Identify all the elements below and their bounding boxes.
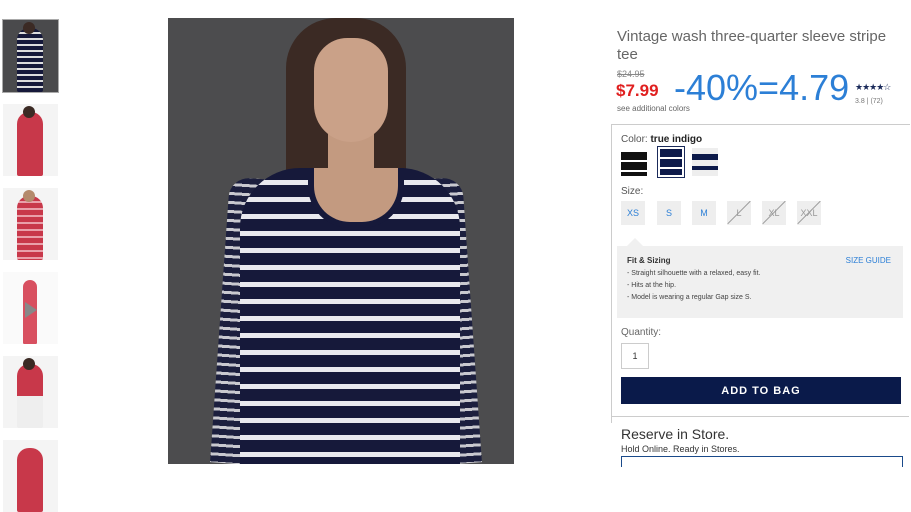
quantity-label: Quantity:: [621, 327, 662, 338]
reserve-in-store-title: Reserve in Store.: [621, 426, 730, 442]
reserve-in-store-input[interactable]: [621, 456, 903, 467]
thumbnail-5[interactable]: [3, 356, 58, 428]
add-to-bag-button[interactable]: ADD TO BAG: [621, 377, 901, 404]
thumbnail-1[interactable]: [2, 19, 59, 93]
fit-line: - Hits at the hip.: [627, 282, 677, 289]
fit-line: - Model is wearing a regular Gap size S.: [627, 294, 752, 301]
divider: [611, 416, 909, 417]
reserve-in-store-subtitle: Hold Online. Ready in Stores.: [621, 444, 740, 454]
play-icon[interactable]: [25, 302, 37, 318]
rating-stars-icon[interactable]: ★★★★☆: [855, 82, 891, 93]
size-xl-button[interactable]: XL: [762, 201, 786, 225]
color-swatch-white-stripe[interactable]: [692, 148, 718, 176]
thumbnail-6[interactable]: [3, 440, 58, 512]
color-label: Color: true indigo: [621, 134, 703, 145]
rating-count[interactable]: 3.8 | (72): [855, 98, 883, 105]
color-swatch-black-stripe[interactable]: [621, 148, 647, 176]
fit-sizing-box: Fit & Sizing SIZE GUIDE - Straight silho…: [617, 238, 903, 318]
see-additional-colors-link[interactable]: see additional colors: [617, 104, 690, 113]
selected-color-name: true indigo: [650, 134, 703, 145]
quantity-input[interactable]: 1: [621, 343, 649, 369]
thumbnail-video[interactable]: [3, 272, 58, 344]
size-l-button[interactable]: L: [727, 201, 751, 225]
fit-sizing-title: Fit & Sizing: [627, 256, 671, 265]
fit-line: - Straight silhouette with a relaxed, ea…: [627, 270, 761, 277]
thumbnail-2[interactable]: [3, 104, 58, 176]
size-s-button[interactable]: S: [657, 201, 681, 225]
color-swatch-true-indigo[interactable]: [657, 146, 685, 178]
size-m-button[interactable]: M: [692, 201, 716, 225]
size-xxl-button[interactable]: XXL: [797, 201, 821, 225]
size-label: Size:: [621, 186, 644, 197]
product-image[interactable]: [168, 18, 514, 464]
size-guide-link[interactable]: SIZE GUIDE: [846, 256, 891, 265]
size-xs-button[interactable]: XS: [621, 201, 645, 225]
sale-price: $7.99: [616, 81, 659, 100]
original-price: $24.95: [617, 69, 645, 79]
thumbnail-3[interactable]: [3, 188, 58, 260]
product-title: Vintage wash three-quarter sleeve stripe…: [617, 28, 887, 63]
promo-overlay: -40%=4.79: [674, 67, 850, 108]
